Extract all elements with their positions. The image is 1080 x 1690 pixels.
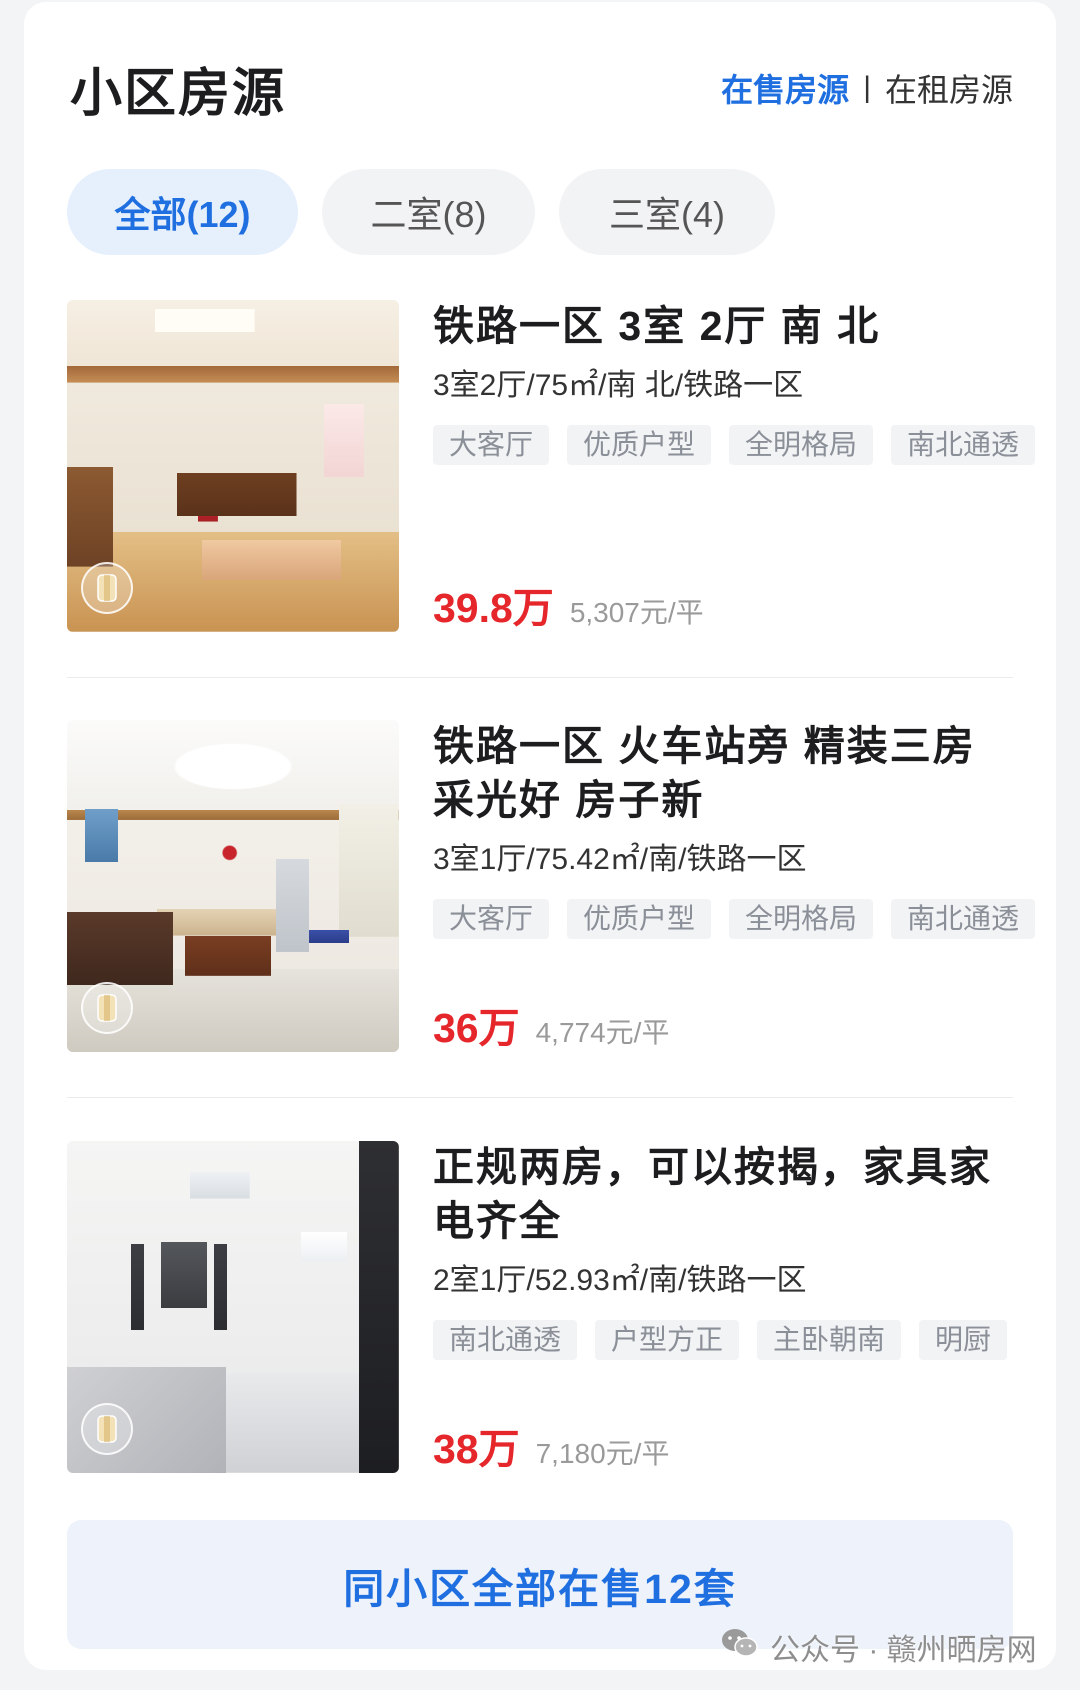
listing-summary: 3室1厅/75.42㎡/南/铁路一区 <box>433 843 807 876</box>
unit-price: 7,180元/平 <box>535 1438 670 1469</box>
tag: 户型方正 <box>595 1320 740 1360</box>
total-price: 38万 <box>433 1426 520 1472</box>
tag: 全明格局 <box>729 425 874 465</box>
total-price: 36万 <box>433 1005 520 1051</box>
listing-photo[interactable] <box>67 720 399 1052</box>
listing-info: 铁路一区 3室 2厅 南 北 3室2厅/75㎡/南 北/铁路一区 大客厅 优质户… <box>433 300 1043 632</box>
listing-info: 铁路一区 火车站旁 精装三房 采光好 房子新 3室1厅/75.42㎡/南/铁路一… <box>433 720 1043 1052</box>
tag: 优质户型 <box>567 899 712 939</box>
separator: | <box>863 71 871 104</box>
section-title: 小区房源 <box>70 64 287 123</box>
listing-summary: 3室2厅/75㎡/南 北/铁路一区 <box>433 369 804 402</box>
watermark-text: 公众号 · 赣州晒房网 <box>770 1634 1037 1667</box>
filter-three-room[interactable]: 三室(4) <box>559 169 775 255</box>
listing-title: 正规两房，可以按揭，家具家电齐全 <box>433 1144 992 1244</box>
listing-tags: 南北通透 户型方正 主卧朝南 明厨 <box>433 1320 1043 1360</box>
price-row: 36万 4,774元/平 <box>433 1004 669 1057</box>
room-filter-bar: 全部(12) 二室(8) 三室(4) <box>67 169 775 255</box>
divider <box>67 1097 1013 1098</box>
tag: 明厨 <box>919 1320 1008 1360</box>
sale-rent-switch: 在售房源 | 在租房源 <box>721 65 1013 111</box>
filter-all[interactable]: 全部(12) <box>67 169 298 255</box>
listing-photo[interactable] <box>67 300 399 632</box>
tag: 主卧朝南 <box>757 1320 902 1360</box>
listing-photo[interactable] <box>67 1141 399 1473</box>
listing-info: 正规两房，可以按揭，家具家电齐全 2室1厅/52.93㎡/南/铁路一区 南北通透… <box>433 1141 1043 1473</box>
vr-icon[interactable] <box>81 1403 133 1455</box>
listing-summary: 2室1厅/52.93㎡/南/铁路一区 <box>433 1264 807 1297</box>
tag: 南北通透 <box>433 1320 578 1360</box>
tag: 大客厅 <box>433 899 550 939</box>
community-listings-card: 小区房源 在售房源 | 在租房源 全部(12) 二室(8) 三室(4) 铁路一区… <box>24 2 1056 1670</box>
tag: 南北通透 <box>891 425 1036 465</box>
section-header: 小区房源 在售房源 | 在租房源 <box>70 54 1013 123</box>
price-row: 39.8万 5,307元/平 <box>433 584 704 637</box>
total-price: 39.8万 <box>433 585 554 631</box>
listing-item[interactable]: 铁路一区 3室 2厅 南 北 3室2厅/75㎡/南 北/铁路一区 大客厅 优质户… <box>67 300 1036 632</box>
filter-two-room[interactable]: 二室(8) <box>322 169 535 255</box>
listing-title: 铁路一区 3室 2厅 南 北 <box>433 303 881 349</box>
tag: 大客厅 <box>433 425 550 465</box>
tag: 南北通透 <box>891 899 1036 939</box>
unit-price: 4,774元/平 <box>535 1017 670 1048</box>
unit-price: 5,307元/平 <box>569 597 704 628</box>
divider <box>67 677 1013 678</box>
listing-tags: 大客厅 优质户型 全明格局 南北通透 <box>433 899 1043 939</box>
listing-item[interactable]: 铁路一区 火车站旁 精装三房 采光好 房子新 3室1厅/75.42㎡/南/铁路一… <box>67 720 1036 1052</box>
tag: 全明格局 <box>729 899 874 939</box>
listing-title: 铁路一区 火车站旁 精装三房 采光好 房子新 <box>433 723 976 823</box>
vr-icon[interactable] <box>81 562 133 614</box>
wechat-icon <box>720 1626 760 1668</box>
tab-for-rent[interactable]: 在租房源 <box>885 65 1013 111</box>
listing-tags: 大客厅 优质户型 全明格局 南北通透 <box>433 425 1043 465</box>
tab-for-sale[interactable]: 在售房源 <box>721 65 849 111</box>
watermark: 公众号 · 赣州晒房网 <box>720 1627 1037 1667</box>
listing-item[interactable]: 正规两房，可以按揭，家具家电齐全 2室1厅/52.93㎡/南/铁路一区 南北通透… <box>67 1141 1013 1473</box>
price-row: 38万 7,180元/平 <box>433 1425 669 1478</box>
vr-icon[interactable] <box>81 982 133 1034</box>
tag: 优质户型 <box>567 425 712 465</box>
